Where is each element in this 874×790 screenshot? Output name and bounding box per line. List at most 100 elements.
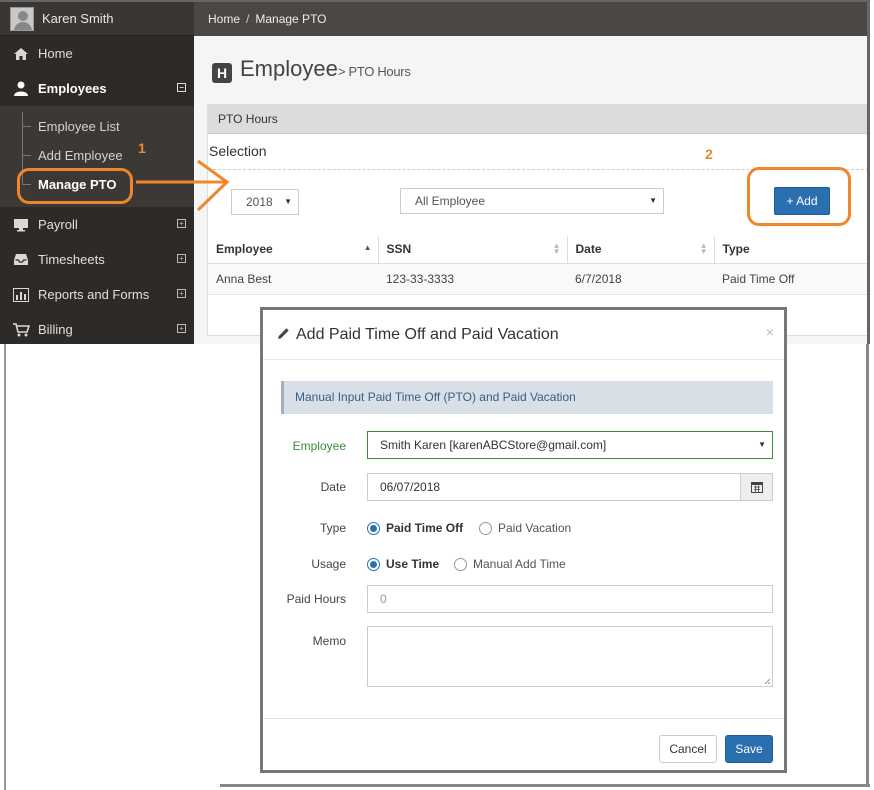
date-input-value: 06/07/2018	[380, 480, 441, 494]
cell-ssn: 123-33-3333	[378, 263, 567, 295]
radio-selected-icon	[367, 521, 380, 535]
radio-empty-icon	[454, 557, 467, 571]
add-pto-modal: Add Paid Time Off and Paid Vacation × Ma…	[260, 307, 787, 773]
breadcrumb-current: Manage PTO	[255, 12, 327, 26]
frame-border	[220, 784, 870, 787]
expand-icon[interactable]: +	[177, 219, 186, 228]
sidebar-item-label: Payroll	[38, 217, 78, 232]
cell-employee: Anna Best	[208, 263, 378, 295]
save-button[interactable]: Save	[725, 735, 773, 763]
collapse-icon[interactable]: −	[177, 83, 186, 92]
type-label: Type	[319, 521, 346, 535]
page-title: Employee	[240, 56, 338, 81]
employee-label: Employee	[292, 439, 346, 453]
cart-icon	[12, 322, 30, 338]
breadcrumb: Home / Manage PTO	[194, 2, 867, 36]
radio-use-time[interactable]: Use Time	[367, 557, 439, 571]
user-icon	[12, 81, 30, 97]
employee-filter-select[interactable]: All Employee ▼	[400, 188, 664, 214]
employee-filter-value: All Employee	[415, 194, 486, 208]
usage-label: Usage	[311, 557, 346, 571]
calendar-button[interactable]	[740, 473, 773, 501]
col-employee[interactable]: Employee ▲	[208, 236, 379, 264]
caret-down-icon: ▼	[649, 196, 657, 205]
annotation-highlight-manage-pto	[17, 168, 133, 204]
frame-border	[866, 344, 869, 787]
radio-manual-add-time[interactable]: Manual Add Time	[454, 557, 566, 571]
modal-title: Add Paid Time Off and Paid Vacation	[296, 325, 559, 343]
inbox-icon	[12, 252, 30, 268]
annotation-step-2: 2	[705, 146, 713, 162]
cancel-button[interactable]: Cancel	[659, 735, 717, 763]
col-date[interactable]: Date ▲ ▼	[567, 236, 715, 264]
sidebar-item-label: Reports and Forms	[38, 287, 150, 302]
radio-paid-time-off[interactable]: Paid Time Off	[367, 521, 463, 535]
paid-hours-label: Paid Hours	[286, 592, 346, 606]
frame-border	[4, 344, 6, 790]
table-header-row: Employee ▲ SSN ▲ ▼ Date ▲ ▼ Type	[208, 236, 867, 264]
col-type[interactable]: Type	[714, 236, 867, 264]
sidebar-item-label: Home	[38, 46, 73, 61]
annotation-highlight-add	[747, 167, 851, 226]
year-select-value: 2018	[246, 195, 273, 209]
caret-down-icon: ▼	[284, 197, 292, 206]
cell-type: Paid Time Off	[714, 263, 867, 295]
h-square-icon: H	[212, 63, 232, 83]
radio-label: Manual Add Time	[473, 557, 566, 571]
avatar	[10, 6, 34, 31]
col-ssn[interactable]: SSN ▲ ▼	[378, 236, 568, 264]
chart-icon	[12, 287, 30, 303]
radio-empty-icon	[479, 521, 492, 535]
expand-icon[interactable]: +	[177, 254, 186, 263]
page-subtitle: > PTO Hours	[337, 64, 411, 79]
expand-icon[interactable]: +	[177, 289, 186, 298]
sidebar-item-timesheets[interactable]: Timesheets +	[0, 242, 194, 277]
info-banner: Manual Input Paid Time Off (PTO) and Pai…	[281, 381, 773, 414]
page-heading: H Employee > PTO Hours	[212, 56, 411, 83]
table-row[interactable]: Anna Best 123-33-3333 6/7/2018 Paid Time…	[208, 263, 867, 295]
close-icon[interactable]: ×	[766, 324, 774, 340]
selection-title: Selection	[209, 143, 267, 159]
annotation-arrow-icon	[136, 160, 230, 212]
employee-select[interactable]: Smith Karen [karenABCStore@gmail.com] ▼	[367, 431, 773, 459]
panel-title: PTO Hours	[208, 105, 867, 134]
sidebar-item-label: Billing	[38, 322, 73, 337]
calendar-icon	[750, 482, 763, 493]
monitor-icon	[12, 217, 30, 233]
annotation-step-1: 1	[138, 140, 146, 156]
radio-label: Paid Time Off	[386, 521, 464, 535]
sidebar-item-billing[interactable]: Billing +	[0, 312, 194, 344]
sidebar-item-employees[interactable]: Employees −	[0, 71, 194, 106]
radio-paid-vacation[interactable]: Paid Vacation	[479, 521, 571, 535]
expand-icon[interactable]: +	[177, 324, 186, 333]
sidebar-item-payroll[interactable]: Payroll +	[0, 207, 194, 242]
sort-icon: ▲ ▼	[552, 241, 561, 256]
date-input[interactable]: 06/07/2018	[367, 473, 741, 501]
radio-label: Use Time	[386, 557, 440, 571]
year-select[interactable]: 2018 ▼	[231, 189, 299, 215]
memo-textarea[interactable]	[367, 626, 773, 687]
date-label: Date	[320, 480, 346, 494]
sidebar-item-home[interactable]: Home	[0, 36, 194, 71]
sort-icon: ▲ ▼	[699, 241, 708, 256]
resize-handle-icon[interactable]	[764, 678, 771, 685]
breadcrumb-separator: /	[246, 12, 250, 26]
sidebar-sub-employee-list[interactable]: Employee List	[0, 112, 194, 141]
caret-down-icon: ▼	[758, 440, 766, 449]
paid-hours-input[interactable]: 0	[367, 585, 773, 613]
modal-footer	[263, 718, 784, 719]
user-bar[interactable]: Karen Smith	[0, 2, 194, 36]
user-name: Karen Smith	[42, 11, 114, 26]
cell-date: 6/7/2018	[567, 263, 714, 295]
radio-selected-icon	[367, 557, 380, 571]
pencil-icon	[277, 327, 290, 343]
breadcrumb-home[interactable]: Home	[208, 12, 240, 26]
radio-label: Paid Vacation	[498, 521, 572, 535]
home-icon	[12, 46, 30, 62]
sidebar-item-reports[interactable]: Reports and Forms +	[0, 277, 194, 312]
employee-select-value: Smith Karen [karenABCStore@gmail.com]	[380, 438, 607, 452]
sidebar-item-label: Employees	[38, 81, 107, 96]
paid-hours-placeholder: 0	[380, 592, 387, 606]
pto-table: Employee ▲ SSN ▲ ▼ Date ▲ ▼ Type Anna Best 12…	[208, 236, 867, 295]
sort-asc-icon: ▲	[363, 243, 372, 252]
